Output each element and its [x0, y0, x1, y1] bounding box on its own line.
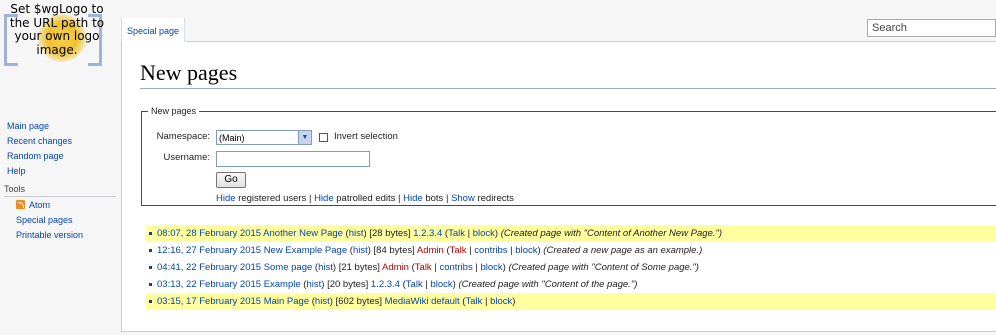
hist-link[interactable]: hist [315, 296, 330, 307]
hide-patrolled-edits-link[interactable]: Hide [314, 193, 334, 204]
filter-links: Hide registered users | Hide patrolled e… [216, 193, 514, 204]
sidebar-item-atom[interactable]: Atom [29, 200, 50, 210]
sidebar-tools: Tools Atom Special pages Printable versi… [4, 184, 116, 243]
redirects-text: redirects [477, 193, 514, 204]
invert-selection-label: Invert selection [334, 131, 398, 142]
talk-link[interactable]: Talk [465, 296, 482, 307]
sidebar-navigation: Main page Recent changes Random page Hel… [7, 119, 72, 179]
edit-summary: (Created page with "Content of Another N… [500, 228, 723, 239]
search-input[interactable]: Search [867, 19, 996, 37]
list-item: 04:41, 22 February 2015 Some page (hist)… [146, 259, 996, 276]
filter-separator: | [445, 193, 449, 204]
contribs-link[interactable]: contribs [439, 262, 472, 273]
timestamp-link[interactable]: 03:13, 22 February 2015 [157, 279, 261, 290]
namespace-select[interactable]: (Main) [216, 130, 312, 145]
timestamp-link[interactable]: 12:16, 27 February 2015 [157, 245, 261, 256]
list-item: 12:16, 27 February 2015 New Example Page… [146, 242, 996, 259]
namespace-label: Namespace: [156, 131, 210, 142]
page-link[interactable]: Example [264, 279, 301, 290]
tools-heading: Tools [4, 184, 116, 197]
hist-link[interactable]: hist [306, 279, 321, 290]
user-link[interactable]: 1.2.3.4 [371, 279, 400, 290]
sidebar-item-random-page[interactable]: Random page [7, 151, 64, 161]
list-item: 08:07, 28 February 2015 Another New Page… [146, 225, 996, 242]
page-size: [21 bytes] [338, 262, 380, 273]
user-link[interactable]: 1.2.3.4 [413, 228, 442, 239]
sidebar-item-special-pages[interactable]: Special pages [16, 215, 73, 225]
talk-link[interactable]: Talk [448, 228, 465, 239]
site-logo[interactable]: Set $wgLogo to the URL path to your own … [0, 0, 120, 82]
user-link[interactable]: Admin [382, 262, 409, 273]
hist-link[interactable]: hist [349, 228, 364, 239]
patrolled-edits-text: patrolled edits [336, 193, 396, 204]
tab-special-page-label[interactable]: Special page [127, 26, 179, 36]
page-link[interactable]: New Example Page [264, 245, 347, 256]
new-pages-form: New pages Namespace: (Main) ▼ Invert sel… [141, 106, 996, 206]
namespace-row: Namespace: (Main) ▼ Invert selection [142, 130, 996, 146]
edit-summary: (Created page with "Content of the page.… [458, 279, 638, 290]
page-size: [84 bytes] [373, 245, 415, 256]
atom-feed-icon [16, 200, 25, 209]
block-link[interactable]: block [515, 245, 537, 256]
content-area: New pages New pages Namespace: (Main) ▼ … [121, 42, 996, 332]
title-divider [140, 88, 996, 89]
go-button[interactable]: Go [216, 172, 246, 188]
page-link[interactable]: Main Page [264, 296, 309, 307]
hist-link[interactable]: hist [353, 245, 368, 256]
show-redirects-link[interactable]: Show [451, 193, 475, 204]
user-link[interactable]: Admin [417, 245, 444, 256]
hide-bots-link[interactable]: Hide [403, 193, 423, 204]
username-row: Username: [142, 151, 996, 169]
block-link[interactable]: block [430, 279, 452, 290]
page-link[interactable]: Another New Page [263, 228, 343, 239]
block-link[interactable]: block [490, 296, 512, 307]
user-link[interactable]: MediaWiki default [385, 296, 460, 307]
list-item: 03:13, 22 February 2015 Example (hist) [… [146, 276, 996, 293]
sidebar-item-printable-version[interactable]: Printable version [16, 230, 83, 240]
sidebar-item-main-page[interactable]: Main page [7, 121, 49, 131]
registered-users-text: registered users [238, 193, 307, 204]
hist-link[interactable]: hist [318, 262, 333, 273]
page-size: [602 bytes] [335, 296, 383, 307]
username-label: Username: [163, 152, 210, 163]
form-legend: New pages [151, 106, 197, 116]
list-item: 03:15, 17 February 2015 Main Page (hist)… [146, 293, 996, 310]
hide-registered-users-link[interactable]: Hide [216, 193, 236, 204]
tab-special-page[interactable]: Special page [121, 18, 185, 42]
filter-separator: | [308, 193, 312, 204]
talk-link[interactable]: Talk [450, 245, 467, 256]
filter-separator: | [398, 193, 401, 204]
talk-link[interactable]: Talk [415, 262, 432, 273]
page-link[interactable]: Some page [264, 262, 313, 273]
block-link[interactable]: block [473, 228, 495, 239]
contribs-link[interactable]: contribs [474, 245, 507, 256]
new-pages-list: 08:07, 28 February 2015 Another New Page… [146, 225, 996, 310]
bots-text: bots [425, 193, 444, 204]
page-size: [20 bytes] [327, 279, 369, 290]
timestamp-link[interactable]: 08:07, 28 February 2015 [157, 228, 261, 239]
sidebar-item-help[interactable]: Help [7, 166, 26, 176]
sidebar-item-recent-changes[interactable]: Recent changes [7, 136, 72, 146]
logo-placeholder-text: Set $wgLogo to the URL path to your own … [9, 2, 105, 57]
block-link[interactable]: block [480, 262, 502, 273]
page-size: [28 bytes] [369, 228, 411, 239]
timestamp-link[interactable]: 04:41, 22 February 2015 [157, 262, 261, 273]
edit-summary: (Created a new page as an example.) [543, 245, 703, 256]
talk-link[interactable]: Talk [406, 279, 423, 290]
invert-selection-checkbox[interactable] [319, 133, 328, 142]
username-input[interactable] [216, 151, 370, 167]
edit-summary: (Created page with "Content of Some page… [508, 262, 699, 273]
page-title: New pages [140, 60, 238, 85]
timestamp-link[interactable]: 03:15, 17 February 2015 [157, 296, 261, 307]
